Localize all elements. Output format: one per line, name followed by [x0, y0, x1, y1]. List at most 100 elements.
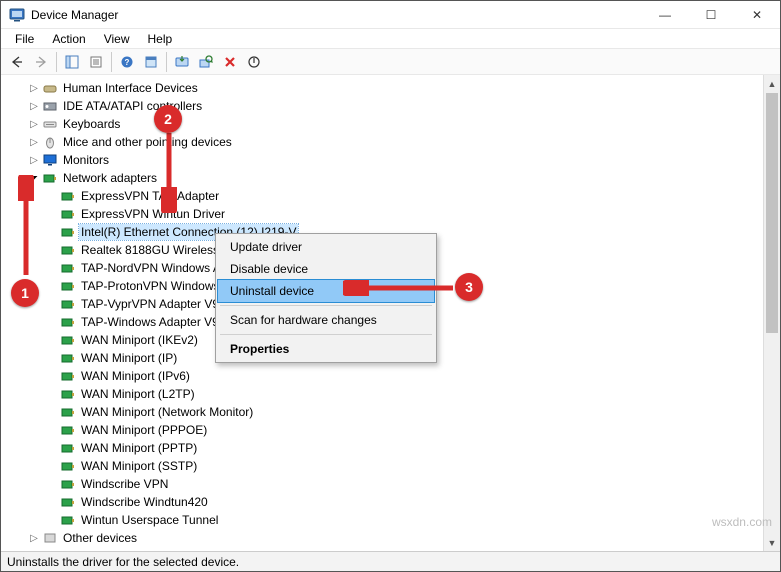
network-device-item[interactable]: WAN Miniport (PPPOE): [3, 421, 763, 439]
chevron-right-icon[interactable]: ▷: [27, 153, 41, 167]
scroll-thumb[interactable]: [766, 93, 778, 333]
device-label: WAN Miniport (L2TP): [79, 386, 197, 402]
svg-text:?: ?: [125, 58, 130, 67]
minimize-button[interactable]: —: [642, 1, 688, 28]
category-keyboards[interactable]: ▷ Keyboards: [3, 115, 763, 133]
device-label: Wintun Userspace Tunnel: [79, 512, 220, 528]
menu-action[interactable]: Action: [44, 30, 93, 48]
chevron-right-icon[interactable]: ▷: [27, 99, 41, 113]
network-adapter-icon: [60, 260, 76, 276]
context-separator: [220, 334, 432, 335]
network-adapter-icon: [60, 296, 76, 312]
network-device-item[interactable]: WAN Miniport (Network Monitor): [3, 403, 763, 421]
context-update-driver[interactable]: Update driver: [218, 236, 434, 258]
network-device-item[interactable]: Windscribe VPN: [3, 475, 763, 493]
scroll-down-button[interactable]: ▼: [764, 534, 780, 551]
show-hide-tree-button[interactable]: [61, 51, 83, 73]
scan-hardware-toolbar-button[interactable]: [195, 51, 217, 73]
toolbar-button-2[interactable]: [140, 51, 162, 73]
context-menu: Update driver Disable device Uninstall d…: [215, 233, 437, 363]
network-adapter-icon: [60, 242, 76, 258]
network-device-item[interactable]: Wintun Userspace Tunnel: [3, 511, 763, 529]
device-label: ExpressVPN TAP Adapter: [79, 188, 221, 204]
network-adapter-icon: [60, 458, 76, 474]
network-device-item[interactable]: ExpressVPN Wintun Driver: [3, 205, 763, 223]
annotation-badge-3: 3: [455, 273, 483, 301]
network-adapter-icon: [60, 224, 76, 240]
chevron-right-icon[interactable]: ▷: [27, 531, 41, 545]
menu-file[interactable]: File: [7, 30, 42, 48]
hid-icon: [42, 80, 58, 96]
properties-toolbar-button[interactable]: [85, 51, 107, 73]
chevron-right-icon[interactable]: ▷: [27, 81, 41, 95]
device-label: Windscribe Windtun420: [79, 494, 210, 510]
close-button[interactable]: ✕: [734, 1, 780, 28]
network-device-item[interactable]: WAN Miniport (SSTP): [3, 457, 763, 475]
network-adapter-icon: [60, 476, 76, 492]
vertical-scrollbar[interactable]: ▲ ▼: [763, 75, 780, 551]
network-adapter-icon: [60, 512, 76, 528]
titlebar: Device Manager — ☐ ✕: [1, 1, 780, 29]
network-adapter-icon: [60, 422, 76, 438]
category-ide[interactable]: ▷ IDE ATA/ATAPI controllers: [3, 97, 763, 115]
menu-view[interactable]: View: [96, 30, 138, 48]
network-adapter-icon: [60, 332, 76, 348]
device-label: WAN Miniport (IKEv2): [79, 332, 200, 348]
device-label: Windscribe VPN: [79, 476, 170, 492]
network-adapter-icon: [60, 314, 76, 330]
category-mice[interactable]: ▷ Mice and other pointing devices: [3, 133, 763, 151]
annotation-badge-2: 2: [154, 105, 182, 133]
update-driver-toolbar-button[interactable]: [171, 51, 193, 73]
network-adapter-icon: [60, 350, 76, 366]
network-adapter-icon: [60, 206, 76, 222]
uninstall-toolbar-button[interactable]: [219, 51, 241, 73]
category-monitors[interactable]: ▷ Monitors: [3, 151, 763, 169]
chevron-right-icon[interactable]: ▷: [27, 117, 41, 131]
device-label: WAN Miniport (IPv6): [79, 368, 192, 384]
statusbar: Uninstalls the driver for the selected d…: [1, 552, 780, 571]
network-adapter-icon: [60, 278, 76, 294]
disable-toolbar-button[interactable]: [243, 51, 265, 73]
context-disable-device[interactable]: Disable device: [218, 258, 434, 280]
window-title: Device Manager: [31, 8, 642, 22]
window-controls: — ☐ ✕: [642, 1, 780, 28]
network-adapter-icon: [60, 440, 76, 456]
client-area: ▷ Human Interface Devices ▷ IDE ATA/ATAP…: [1, 75, 780, 552]
device-label: TAP-VyprVPN Adapter V9: [79, 296, 221, 312]
network-device-item[interactable]: WAN Miniport (L2TP): [3, 385, 763, 403]
other-devices-icon: [42, 530, 58, 546]
menubar: File Action View Help: [1, 29, 780, 48]
context-properties[interactable]: Properties: [218, 338, 434, 360]
chevron-right-icon[interactable]: ▷: [27, 135, 41, 149]
device-label: WAN Miniport (PPTP): [79, 440, 199, 456]
maximize-button[interactable]: ☐: [688, 1, 734, 28]
chevron-down-icon[interactable]: ⏷: [27, 171, 41, 185]
keyboard-icon: [42, 116, 58, 132]
ide-icon: [42, 98, 58, 114]
network-device-item[interactable]: ExpressVPN TAP Adapter: [3, 187, 763, 205]
context-scan-hardware[interactable]: Scan for hardware changes: [218, 309, 434, 331]
network-adapter-icon: [60, 404, 76, 420]
back-button[interactable]: [6, 51, 28, 73]
device-label: WAN Miniport (IP): [79, 350, 179, 366]
network-adapter-icon: [60, 386, 76, 402]
network-adapter-icon: [60, 188, 76, 204]
context-uninstall-device[interactable]: Uninstall device: [218, 280, 434, 302]
category-hid[interactable]: ▷ Human Interface Devices: [3, 79, 763, 97]
toolbar: ?: [1, 48, 780, 75]
mouse-icon: [42, 134, 58, 150]
network-device-item[interactable]: Windscribe Windtun420: [3, 493, 763, 511]
app-icon: [9, 7, 25, 23]
device-label: TAP-Windows Adapter V9: [79, 314, 221, 330]
network-device-item[interactable]: WAN Miniport (PPTP): [3, 439, 763, 457]
network-adapter-icon: [60, 494, 76, 510]
network-device-item[interactable]: WAN Miniport (IPv6): [3, 367, 763, 385]
help-toolbar-button[interactable]: ?: [116, 51, 138, 73]
device-label: WAN Miniport (Network Monitor): [79, 404, 255, 420]
network-adapter-icon: [60, 368, 76, 384]
menu-help[interactable]: Help: [140, 30, 181, 48]
category-network-adapters[interactable]: ⏷ Network adapters: [3, 169, 763, 187]
category-other-devices[interactable]: ▷ Other devices: [3, 529, 763, 547]
scroll-up-button[interactable]: ▲: [764, 75, 780, 92]
forward-button[interactable]: [30, 51, 52, 73]
